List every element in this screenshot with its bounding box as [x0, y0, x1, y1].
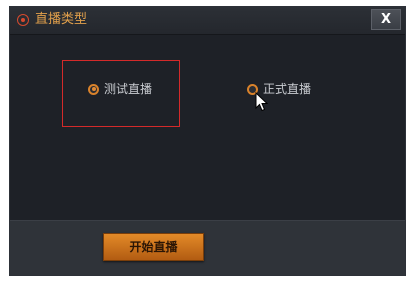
radio-test-live[interactable]: 测试直播: [88, 82, 152, 96]
title-bar: 直播类型 X: [10, 7, 405, 35]
radio-selected-icon[interactable]: [88, 83, 99, 95]
start-live-button[interactable]: 开始直播: [103, 233, 204, 261]
dialog-title: 直播类型: [35, 12, 88, 27]
record-icon: [17, 14, 29, 26]
radio-test-live-label: 测试直播: [104, 82, 153, 96]
mouse-cursor-icon: [255, 92, 269, 112]
footer-bar: 开始直播: [10, 220, 405, 275]
live-type-dialog: 直播类型 X 测试直播 正式直播 开始直播: [9, 6, 406, 276]
close-button[interactable]: X: [371, 9, 401, 30]
content-area: 测试直播 正式直播: [10, 35, 405, 220]
radio-formal-live-label: 正式直播: [263, 82, 312, 96]
